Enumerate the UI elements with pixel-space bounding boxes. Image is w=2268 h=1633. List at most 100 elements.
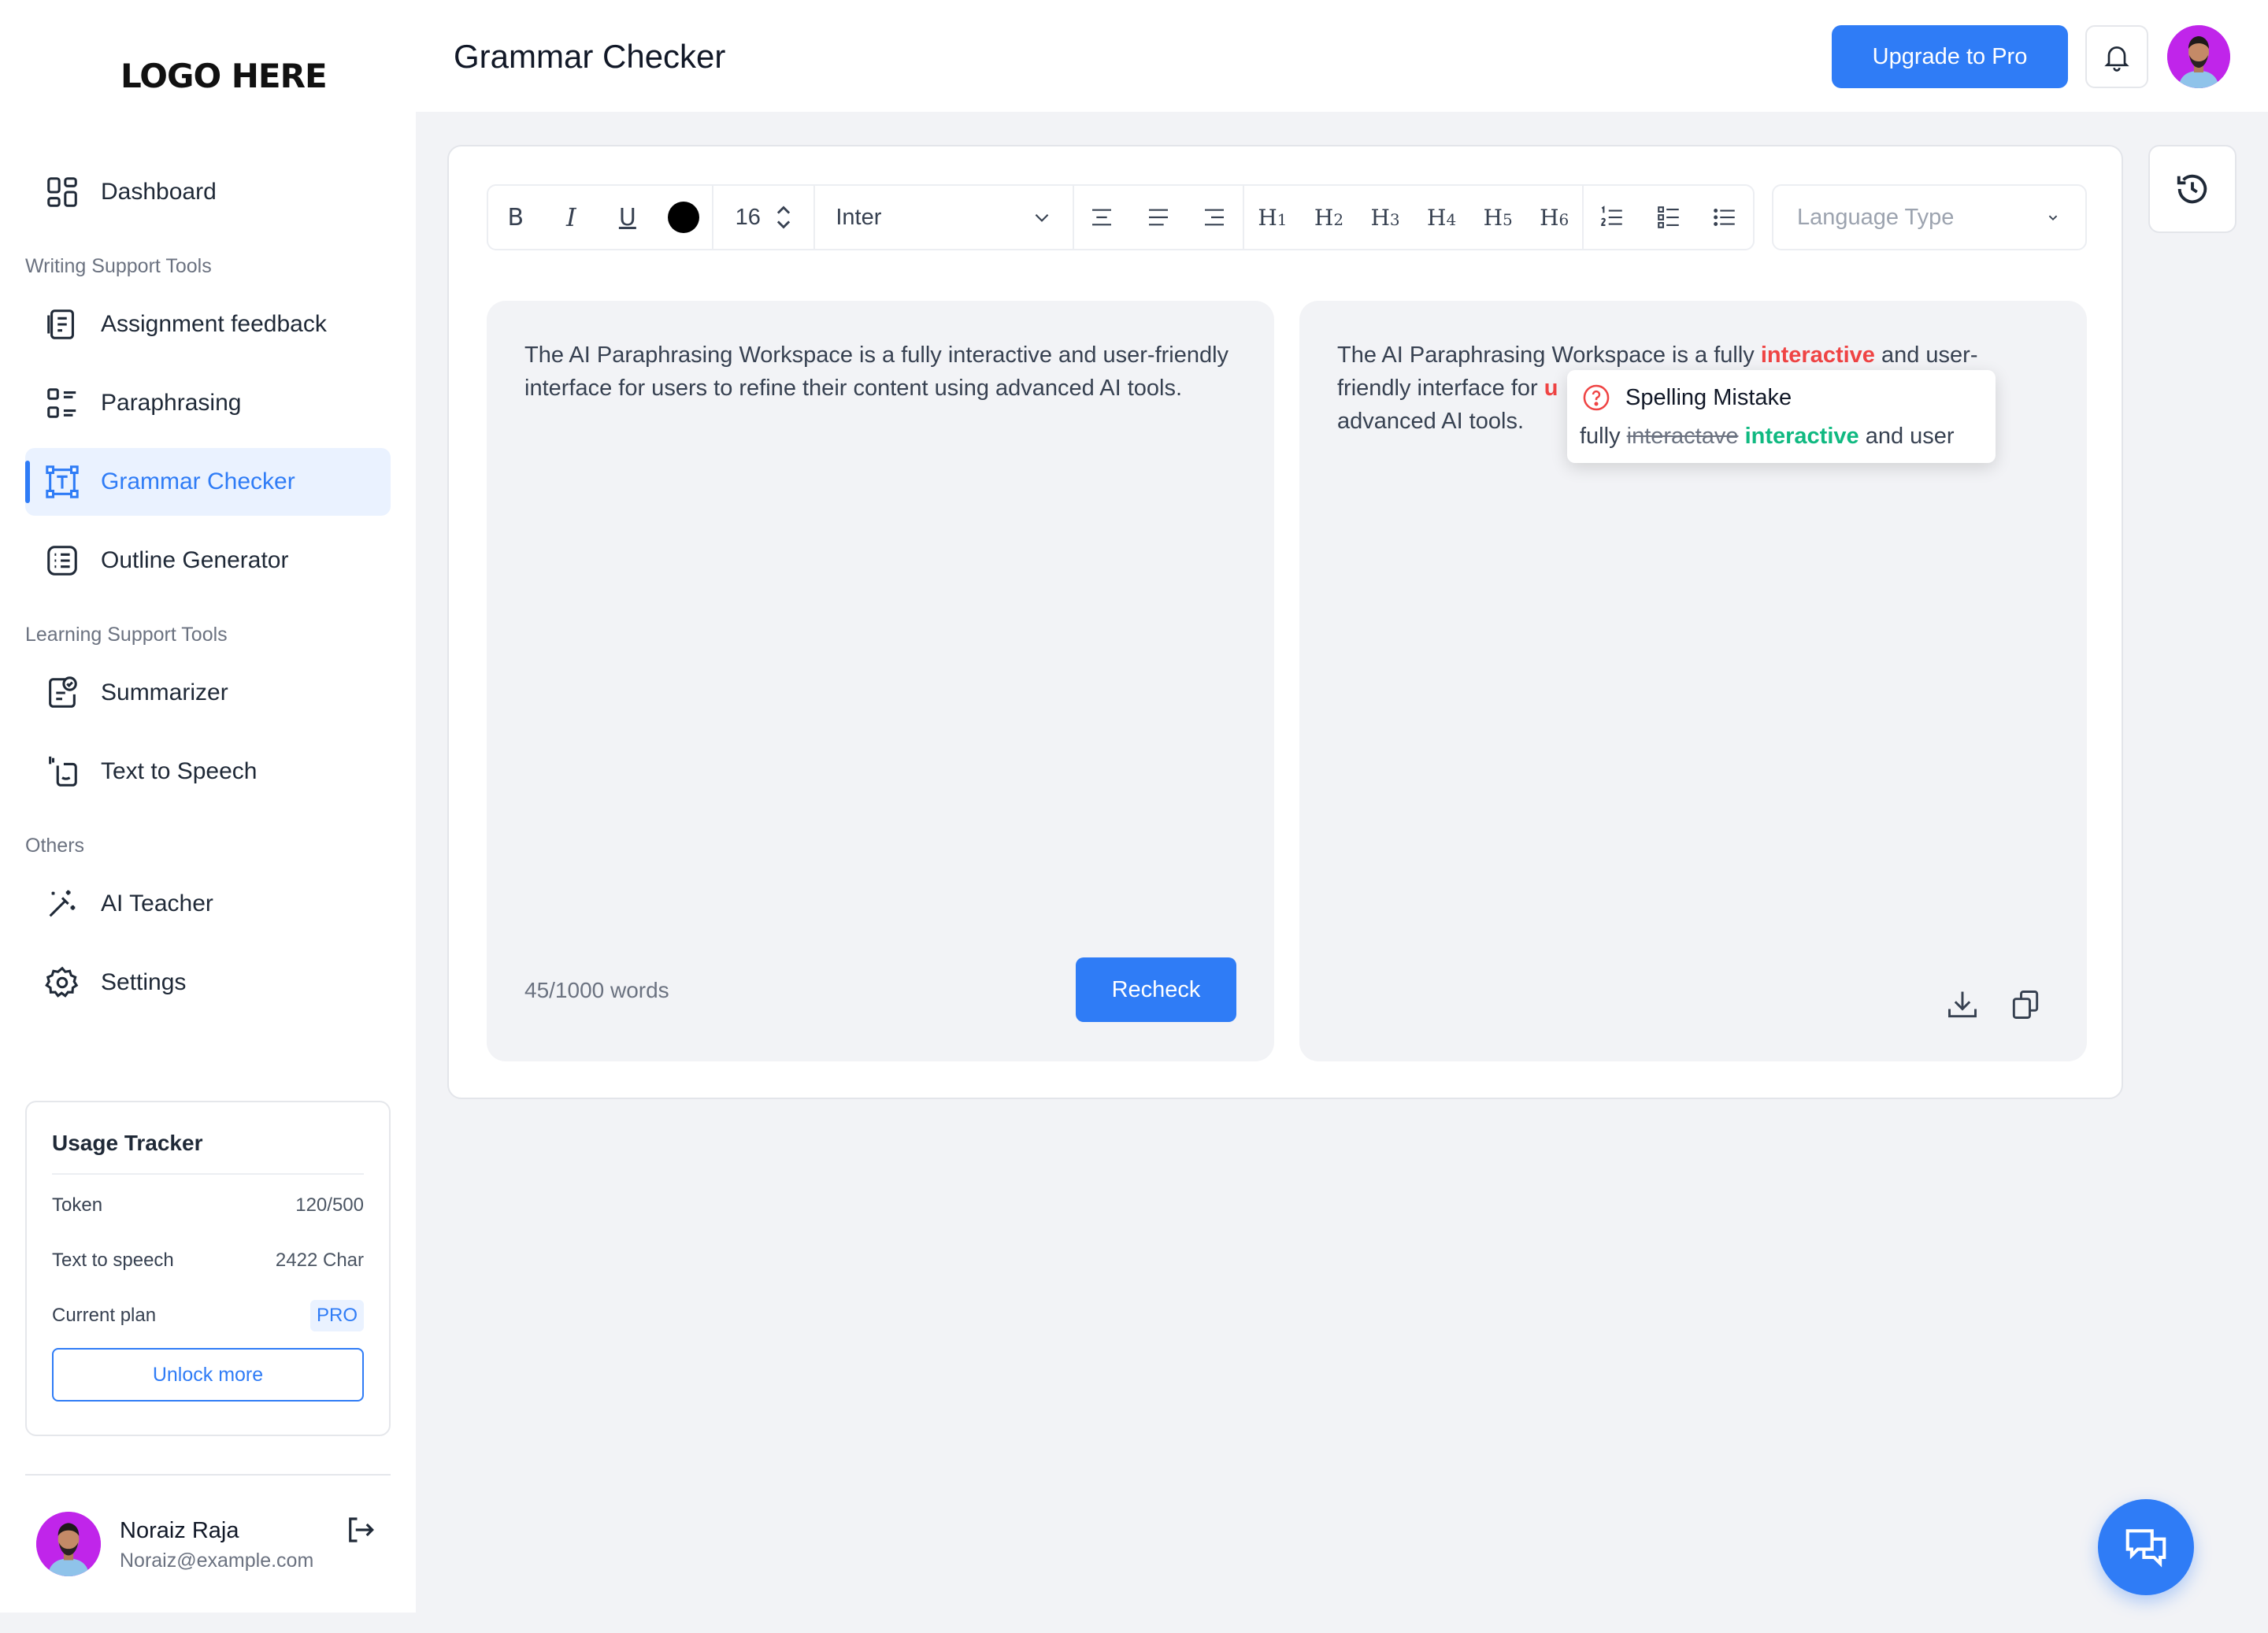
bold-button[interactable]: B — [488, 186, 543, 249]
sidebar-item-label: Text to Speech — [101, 758, 258, 784]
upgrade-button[interactable]: Upgrade to Pro — [1832, 25, 2068, 88]
copy-icon[interactable] — [2008, 987, 2043, 1022]
suggestion-suffix: and user — [1858, 424, 1955, 449]
ordered-list-icon — [1601, 206, 1622, 226]
usage-row-tts: Text to speech 2422 Char — [52, 1233, 364, 1288]
question-circle-icon — [1583, 384, 1610, 411]
heading-1-icon: H1 — [1258, 204, 1288, 231]
sidebar-item-label: Outline Generator — [101, 547, 289, 573]
avatar-person-icon — [36, 1512, 101, 1576]
ordered-list-button[interactable] — [1584, 186, 1640, 249]
notifications-button[interactable] — [2085, 25, 2148, 88]
heading-1-button[interactable]: H1 — [1244, 186, 1301, 249]
bell-icon — [2104, 46, 2129, 72]
speech-icon — [49, 756, 77, 787]
editor-card: B I U 16 Inter H1 H2 H3 H4 H5 H6 Languag… — [447, 145, 2123, 1099]
history-icon — [2177, 174, 2207, 204]
section-title-others: Others — [25, 835, 85, 857]
align-center-button[interactable] — [1074, 186, 1131, 249]
avatar[interactable] — [36, 1512, 101, 1576]
sidebar-item-assignment-feedback[interactable]: Assignment feedback — [25, 291, 391, 358]
align-right-icon — [1205, 209, 1225, 226]
word-count: 45/1000 words — [524, 978, 669, 1002]
sidebar-item-paraphrasing[interactable]: Paraphrasing — [25, 369, 391, 437]
font-family-select[interactable]: Inter — [815, 186, 1072, 249]
color-swatch — [668, 202, 700, 233]
align-justify-button[interactable] — [1130, 186, 1187, 249]
misspelled-word: interactave — [1626, 424, 1739, 449]
logo: LOGO HERE — [120, 57, 328, 95]
stepper-arrows-icon — [776, 206, 791, 229]
avatar[interactable] — [2167, 25, 2230, 88]
heading-3-button[interactable]: H3 — [1357, 186, 1414, 249]
suggestion-body[interactable]: fully interactave interactive and user — [1580, 424, 1983, 450]
heading-2-button[interactable]: H2 — [1301, 186, 1358, 249]
checklist-icon — [1657, 206, 1679, 228]
input-text[interactable]: The AI Paraphrasing Workspace is a fully… — [524, 339, 1233, 405]
chevron-down-icon — [2048, 215, 2058, 221]
unlock-more-button[interactable]: Unlock more — [52, 1348, 364, 1402]
sidebar-item-ai-teacher[interactable]: AI Teacher — [25, 870, 391, 938]
bullet-list-button[interactable] — [1697, 186, 1754, 249]
italic-button[interactable]: I — [543, 186, 600, 249]
user-profile: Noraiz Raja Noraiz@example.com — [36, 1512, 391, 1578]
usage-value: 120/500 — [295, 1194, 364, 1216]
usage-label: Text to speech — [52, 1250, 174, 1271]
heading-4-icon: H4 — [1427, 204, 1457, 231]
sidebar-item-grammar-checker[interactable]: Grammar Checker — [25, 448, 391, 516]
bold-icon: B — [507, 203, 524, 231]
usage-label: Current plan — [52, 1305, 157, 1326]
section-title-writing: Writing Support Tools — [25, 255, 212, 277]
summarizer-icon — [49, 676, 77, 708]
language-type-select[interactable]: Language Type — [1772, 184, 2087, 250]
spelling-suggestion-popup: Spelling Mistake fully interactave inter… — [1567, 370, 1996, 463]
page-title: Grammar Checker — [454, 38, 726, 75]
chevron-down-icon — [1035, 213, 1048, 222]
download-icon[interactable] — [1945, 987, 1980, 1022]
highlighted-error[interactable]: interactive — [1761, 343, 1875, 368]
usage-title: Usage Tracker — [52, 1131, 364, 1175]
sidebar-item-label: Settings — [101, 969, 187, 995]
heading-5-button[interactable]: H5 — [1469, 186, 1526, 249]
sidebar: LOGO HERE Dashboard Writing Support Tool… — [0, 0, 416, 1613]
font-size-stepper[interactable]: 16 — [713, 186, 813, 249]
input-pane[interactable]: The AI Paraphrasing Workspace is a fully… — [487, 301, 1274, 1061]
chat-support-button[interactable] — [2098, 1499, 2194, 1595]
corrected-word[interactable]: interactive — [1745, 424, 1859, 449]
sidebar-item-text-to-speech[interactable]: Text to Speech — [25, 738, 391, 805]
checklist-button[interactable] — [1640, 186, 1697, 249]
heading-3-icon: H3 — [1370, 204, 1400, 231]
sidebar-item-label: AI Teacher — [101, 891, 213, 916]
sidebar-item-label: Dashboard — [101, 179, 217, 205]
sidebar-item-label: Summarizer — [101, 679, 228, 705]
text-color-button[interactable] — [656, 186, 713, 249]
heading-6-icon: H6 — [1540, 204, 1569, 231]
sidebar-item-dashboard[interactable]: Dashboard — [25, 158, 391, 226]
result-text-segment: friendly interface for — [1337, 376, 1544, 401]
history-button[interactable] — [2148, 145, 2236, 233]
sidebar-item-label: Grammar Checker — [101, 468, 295, 494]
gear-icon — [45, 966, 79, 998]
result-text-segment: advanced AI tools. — [1337, 409, 1524, 434]
text-frame-icon — [46, 465, 79, 498]
sidebar-item-outline-generator[interactable]: Outline Generator — [25, 527, 391, 594]
logout-icon[interactable] — [343, 1513, 376, 1546]
heading-4-button[interactable]: H4 — [1414, 186, 1470, 249]
heading-6-button[interactable]: H6 — [1526, 186, 1583, 249]
magic-wand-icon — [49, 890, 76, 917]
align-right-button[interactable] — [1187, 186, 1243, 249]
language-placeholder: Language Type — [1797, 204, 1955, 230]
recheck-button[interactable]: Recheck — [1076, 957, 1236, 1022]
sidebar-item-summarizer[interactable]: Summarizer — [25, 659, 391, 727]
align-justify-icon — [1148, 209, 1168, 226]
heading-5-icon: H5 — [1483, 204, 1513, 231]
sidebar-item-settings[interactable]: Settings — [25, 949, 391, 1016]
usage-label: Token — [52, 1194, 103, 1216]
usage-row-plan: Current plan PRO — [52, 1288, 364, 1343]
highlighted-error[interactable]: u — [1544, 376, 1558, 401]
formatting-toolbar: B I U 16 Inter H1 H2 H3 H4 H5 H6 — [487, 184, 1755, 250]
divider — [25, 1474, 391, 1476]
underline-button[interactable]: U — [599, 186, 656, 249]
usage-row-token: Token 120/500 — [52, 1178, 364, 1233]
align-center-icon — [1092, 209, 1112, 226]
